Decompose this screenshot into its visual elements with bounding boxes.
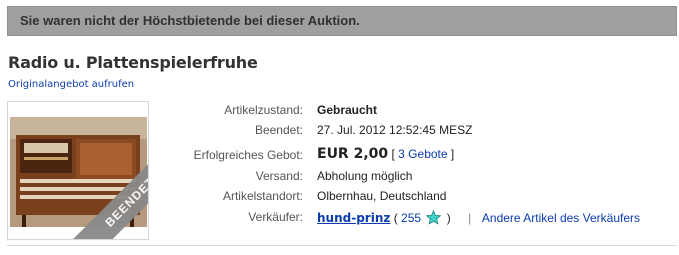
condition-value: Gebraucht	[317, 103, 378, 117]
winning-bid-label: Erfolgreiches Gebot:	[193, 148, 303, 162]
feedback-paren-close: )	[446, 211, 451, 225]
location-row: Artikelstandort: Olbernhau, Deutschland	[150, 189, 679, 209]
seller-name-link[interactable]: hund-prinz	[317, 211, 390, 225]
shipping-row: Versand: Abholung möglich	[150, 169, 679, 189]
location-value: Olbernhau, Deutschland	[317, 189, 447, 203]
bids-bracket-open: [	[391, 147, 395, 161]
bids-bracket-close: ]	[450, 147, 455, 161]
seller-row: Verkäufer: hund-prinz ( 255 ) | Andere A…	[150, 210, 679, 230]
separator: |	[468, 211, 472, 225]
other-items-link[interactable]: Andere Artikel des Verkäufers	[482, 211, 640, 225]
shipping-label: Versand:	[255, 169, 303, 183]
location-label: Artikelstandort:	[222, 189, 303, 203]
shipping-value: Abholung möglich	[317, 169, 413, 183]
banner-message: Sie waren nicht der Höchstbietende bei d…	[20, 13, 360, 28]
view-original-listing-link[interactable]: Originalangebot aufrufen	[8, 79, 134, 90]
bid-history-link[interactable]: 3 Gebote	[398, 147, 447, 161]
section-divider	[7, 245, 677, 246]
condition-label: Artikelzustand:	[224, 103, 303, 117]
ended-label: Beendet:	[254, 123, 303, 137]
winning-bid-price: EUR 2,00	[317, 146, 389, 162]
seller-feedback-score-link[interactable]: 255	[401, 211, 421, 225]
feedback-paren-open: (	[393, 211, 398, 225]
seller-value-group: hund-prinz ( 255 ) | Andere Artikel des …	[317, 210, 640, 225]
winning-bid-row: Erfolgreiches Gebot: EUR 2,00 [ 3 Gebote…	[150, 146, 679, 166]
turquoise-star-icon	[426, 210, 442, 225]
ended-value: 27. Jul. 2012 12:52:45 MESZ	[317, 123, 473, 137]
auction-status-banner: Sie waren nicht der Höchstbietende bei d…	[7, 6, 677, 36]
item-thumbnail[interactable]: BEENDET	[7, 101, 149, 240]
item-title: Radio u. Plattenspielerfruhe	[8, 53, 258, 72]
condition-row: Artikelzustand: Gebraucht	[150, 103, 679, 123]
winning-bid-value-group: EUR 2,00 [ 3 Gebote ]	[317, 146, 454, 162]
ended-row: Beendet: 27. Jul. 2012 12:52:45 MESZ	[150, 123, 679, 143]
seller-label: Verkäufer:	[248, 210, 303, 224]
